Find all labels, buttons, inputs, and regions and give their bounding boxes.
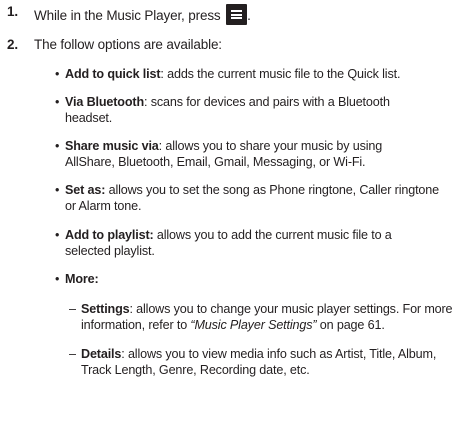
step-1-period: .: [247, 8, 251, 23]
option-description-cont: headset.: [65, 111, 113, 125]
option-description: allows you to add the current music file…: [153, 228, 392, 242]
menu-key-icon: [226, 4, 248, 25]
step-1-text: While in the Music Player, press: [34, 8, 221, 23]
page-reference-link[interactable]: “Music Player Settings”: [190, 318, 316, 332]
sub-description: : allows you to change your music player…: [129, 302, 453, 316]
step-text: The follow options are available:: [34, 37, 222, 52]
option-description: adds the current music file to the Quick…: [163, 67, 401, 81]
option-term: Via Bluetooth: [65, 95, 144, 109]
step-text: While in the Music Player, press .: [34, 4, 251, 25]
option-term: Add to quick list: [65, 67, 161, 81]
bullet: •: [55, 183, 60, 197]
option-description: allows you to set the song as Phone ring…: [105, 183, 440, 197]
step-number: 2.: [7, 37, 18, 52]
option-description-cont: selected playlist.: [65, 244, 155, 258]
option-term: Set as:: [65, 183, 106, 197]
dash: –: [69, 347, 76, 361]
option-description: allows you to share your music by using: [162, 139, 383, 153]
bullet: •: [55, 228, 60, 242]
option-term: More:: [65, 272, 99, 286]
option-description-cont: AllShare, Bluetooth, Email, Gmail, Messa…: [65, 155, 366, 169]
sub-term: Details: [81, 347, 122, 361]
option-description: scans for devices and pairs with a Bluet…: [147, 95, 390, 109]
sub-term: Settings: [81, 302, 130, 316]
bullet: •: [55, 272, 60, 286]
bullet: •: [55, 67, 60, 81]
step-number: 1.: [7, 4, 18, 19]
option-term: Share music via: [65, 139, 159, 153]
option-term: Add to playlist:: [65, 228, 154, 242]
dash: –: [69, 302, 76, 316]
sub-description-cont: Track Length, Genre, Recording date, etc…: [81, 363, 310, 377]
sub-description: : allows you to view media info such as …: [121, 347, 437, 361]
bullet: •: [55, 95, 60, 109]
bullet: •: [55, 139, 60, 153]
option-description-cont: or Alarm tone.: [65, 199, 142, 213]
manual-page: 1. While in the Music Player, press . 2.…: [0, 0, 473, 434]
